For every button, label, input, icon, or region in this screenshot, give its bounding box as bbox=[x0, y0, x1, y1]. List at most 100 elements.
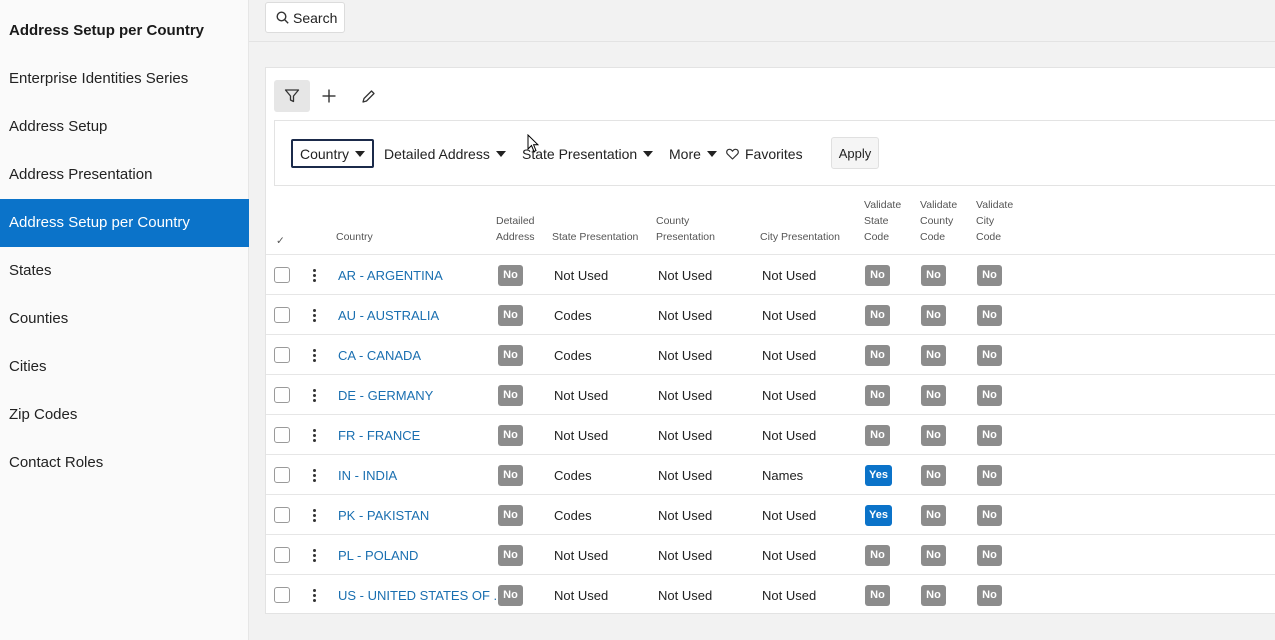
cell-state-presentation: Codes bbox=[554, 347, 592, 363]
cell-v_county: No bbox=[921, 455, 946, 495]
header-divider bbox=[249, 41, 1275, 42]
status-badge: No bbox=[921, 344, 946, 366]
country-filter[interactable]: Country bbox=[291, 139, 375, 168]
header-validate-city-code[interactable]: Validate City Code bbox=[976, 197, 1013, 245]
cell-detailed: No bbox=[498, 255, 523, 295]
cell-v_county: No bbox=[921, 535, 946, 575]
sidebar-item-zip-codes[interactable]: Zip Codes bbox=[0, 391, 249, 439]
country-filter-label: Country bbox=[300, 145, 350, 162]
table-row[interactable]: IN - INDIA No Codes Not Used Names Yes No No bbox=[266, 454, 1275, 494]
cell-city-presentation: Not Used bbox=[762, 307, 817, 323]
cell-v_county: No bbox=[921, 295, 946, 335]
sidebar-item-cities[interactable]: Cities bbox=[0, 343, 249, 391]
sidebar-item-states[interactable]: States bbox=[0, 247, 249, 295]
sidebar-item-label: Cities bbox=[9, 358, 47, 375]
cell-v_county: No bbox=[921, 415, 946, 455]
detailed-address-filter-label: Detailed Address bbox=[384, 145, 490, 162]
row-checkbox[interactable] bbox=[274, 347, 290, 363]
header-county-presentation-line: Presentation bbox=[656, 231, 715, 243]
header-validate-state-code-line: Validate bbox=[864, 199, 902, 211]
sidebar-item-label: Enterprise Identities Series bbox=[9, 70, 189, 87]
row-checkbox[interactable] bbox=[274, 427, 290, 443]
cell-detailed: No bbox=[498, 415, 523, 455]
favorites-button[interactable]: Favorites bbox=[719, 139, 810, 168]
sidebar-item-address-setup-per-country[interactable]: Address Setup per Country bbox=[0, 199, 249, 247]
cell-v_state: Yes bbox=[865, 495, 892, 535]
header-validate-city-code-line: City bbox=[976, 215, 995, 227]
header-validate-county-code-line: Validate bbox=[920, 199, 958, 211]
row-checkbox[interactable] bbox=[274, 507, 290, 523]
cell-v_state: No bbox=[865, 415, 890, 455]
add-button[interactable] bbox=[311, 80, 347, 112]
more-options-icon[interactable] bbox=[310, 425, 318, 445]
header-city-presentation[interactable]: City Presentation bbox=[760, 229, 840, 245]
table-row[interactable]: AU - AUSTRALIA No Codes Not Used Not Used No N… bbox=[266, 294, 1275, 334]
sidebar-item-contact-roles[interactable]: Contact Roles bbox=[0, 439, 249, 487]
filter-button[interactable] bbox=[274, 80, 310, 112]
country-link[interactable]: FR - FRANCE bbox=[338, 415, 420, 455]
cell-city-presentation: Not Used bbox=[762, 547, 817, 563]
cell-v_county: No bbox=[921, 575, 946, 615]
table-row[interactable]: PL - POLAND No Not Used Not Used Not Used No N… bbox=[266, 534, 1275, 574]
more-options-icon[interactable] bbox=[310, 265, 318, 285]
more-options-icon[interactable] bbox=[310, 545, 318, 565]
header-validate-county-code[interactable]: Validate County Code bbox=[920, 197, 957, 245]
sidebar-item-counties[interactable]: Counties bbox=[0, 295, 249, 343]
row-checkbox[interactable] bbox=[274, 587, 290, 603]
country-link[interactable]: US - UNITED STATES OF ... bbox=[338, 575, 504, 615]
country-link[interactable]: IN - INDIA bbox=[338, 455, 397, 495]
sidebar-item-address-presentation[interactable]: Address Presentation bbox=[0, 151, 249, 199]
country-link[interactable]: CA - CANADA bbox=[338, 335, 421, 375]
row-checkbox[interactable] bbox=[274, 267, 290, 283]
select-all-checkmark[interactable]: ✓ bbox=[276, 233, 285, 249]
more-options-icon[interactable] bbox=[310, 385, 318, 405]
more-options-icon[interactable] bbox=[310, 305, 318, 325]
row-checkbox[interactable] bbox=[274, 547, 290, 563]
header-county-presentation-line: County bbox=[656, 215, 690, 227]
cell-v_city: No bbox=[977, 295, 1002, 335]
country-link[interactable]: AR - ARGENTINA bbox=[338, 255, 443, 295]
header-county-presentation[interactable]: County Presentation bbox=[656, 213, 715, 245]
detailed-address-filter[interactable]: Detailed Address bbox=[377, 139, 513, 168]
cell-v_city: No bbox=[977, 375, 1002, 415]
row-checkbox[interactable] bbox=[274, 307, 290, 323]
country-link[interactable]: AU - AUSTRALIA bbox=[338, 295, 439, 335]
cell-detailed: No bbox=[498, 575, 523, 615]
header-country[interactable]: Country bbox=[336, 229, 373, 245]
sidebar-item-address-setup[interactable]: Address Setup bbox=[0, 103, 249, 151]
favorites-label: Favorites bbox=[745, 145, 803, 162]
table-row[interactable]: US - UNITED STATES OF ... No Not Used Not U… bbox=[266, 574, 1275, 614]
country-link[interactable]: PL - POLAND bbox=[338, 535, 418, 575]
more-options-icon[interactable] bbox=[310, 465, 318, 485]
row-checkbox[interactable] bbox=[274, 387, 290, 403]
table-row[interactable]: FR - FRANCE No Not Used Not Used Not Used No N… bbox=[266, 414, 1275, 454]
table-row[interactable]: CA - CANADA No Codes Not Used Not Used No No No bbox=[266, 334, 1275, 374]
sidebar-item-enterprise-identities-series[interactable]: Enterprise Identities Series bbox=[0, 55, 249, 103]
status-badge: No bbox=[498, 264, 523, 286]
country-link[interactable]: DE - GERMANY bbox=[338, 375, 433, 415]
country-link[interactable]: PK - PAKISTAN bbox=[338, 495, 429, 535]
cell-county-presentation: Not Used bbox=[658, 387, 713, 403]
more-options-icon[interactable] bbox=[310, 585, 318, 605]
more-options-icon[interactable] bbox=[310, 505, 318, 525]
edit-button[interactable] bbox=[350, 80, 386, 112]
cell-county-presentation: Not Used bbox=[658, 347, 713, 363]
cell-v_state: No bbox=[865, 335, 890, 375]
sidebar-item-label: Contact Roles bbox=[9, 454, 104, 471]
apply-button[interactable]: Apply bbox=[831, 137, 879, 169]
row-checkbox[interactable] bbox=[274, 467, 290, 483]
table-row[interactable]: AR - ARGENTINA No Not Used Not Used Not Used… bbox=[266, 254, 1275, 294]
cell-county-presentation: Not Used bbox=[658, 507, 713, 523]
header-validate-county-code-line: Code bbox=[920, 231, 946, 243]
more-filter-label: More bbox=[669, 145, 701, 162]
table-row[interactable]: DE - GERMANY No Not Used Not Used Not Used No… bbox=[266, 374, 1275, 414]
search-button[interactable]: Search bbox=[265, 2, 345, 33]
table-row[interactable]: PK - PAKISTAN No Codes Not Used Not Used Yes N… bbox=[266, 494, 1275, 534]
header-validate-state-code[interactable]: Validate State Code bbox=[864, 197, 901, 245]
more-options-icon[interactable] bbox=[310, 345, 318, 365]
header-state-presentation[interactable]: State Presentation bbox=[552, 229, 638, 245]
header-detailed-address[interactable]: Detailed Address bbox=[496, 213, 535, 245]
status-badge: No bbox=[921, 584, 946, 606]
chevron-down-icon bbox=[355, 150, 366, 157]
more-filter[interactable]: More bbox=[662, 139, 724, 168]
